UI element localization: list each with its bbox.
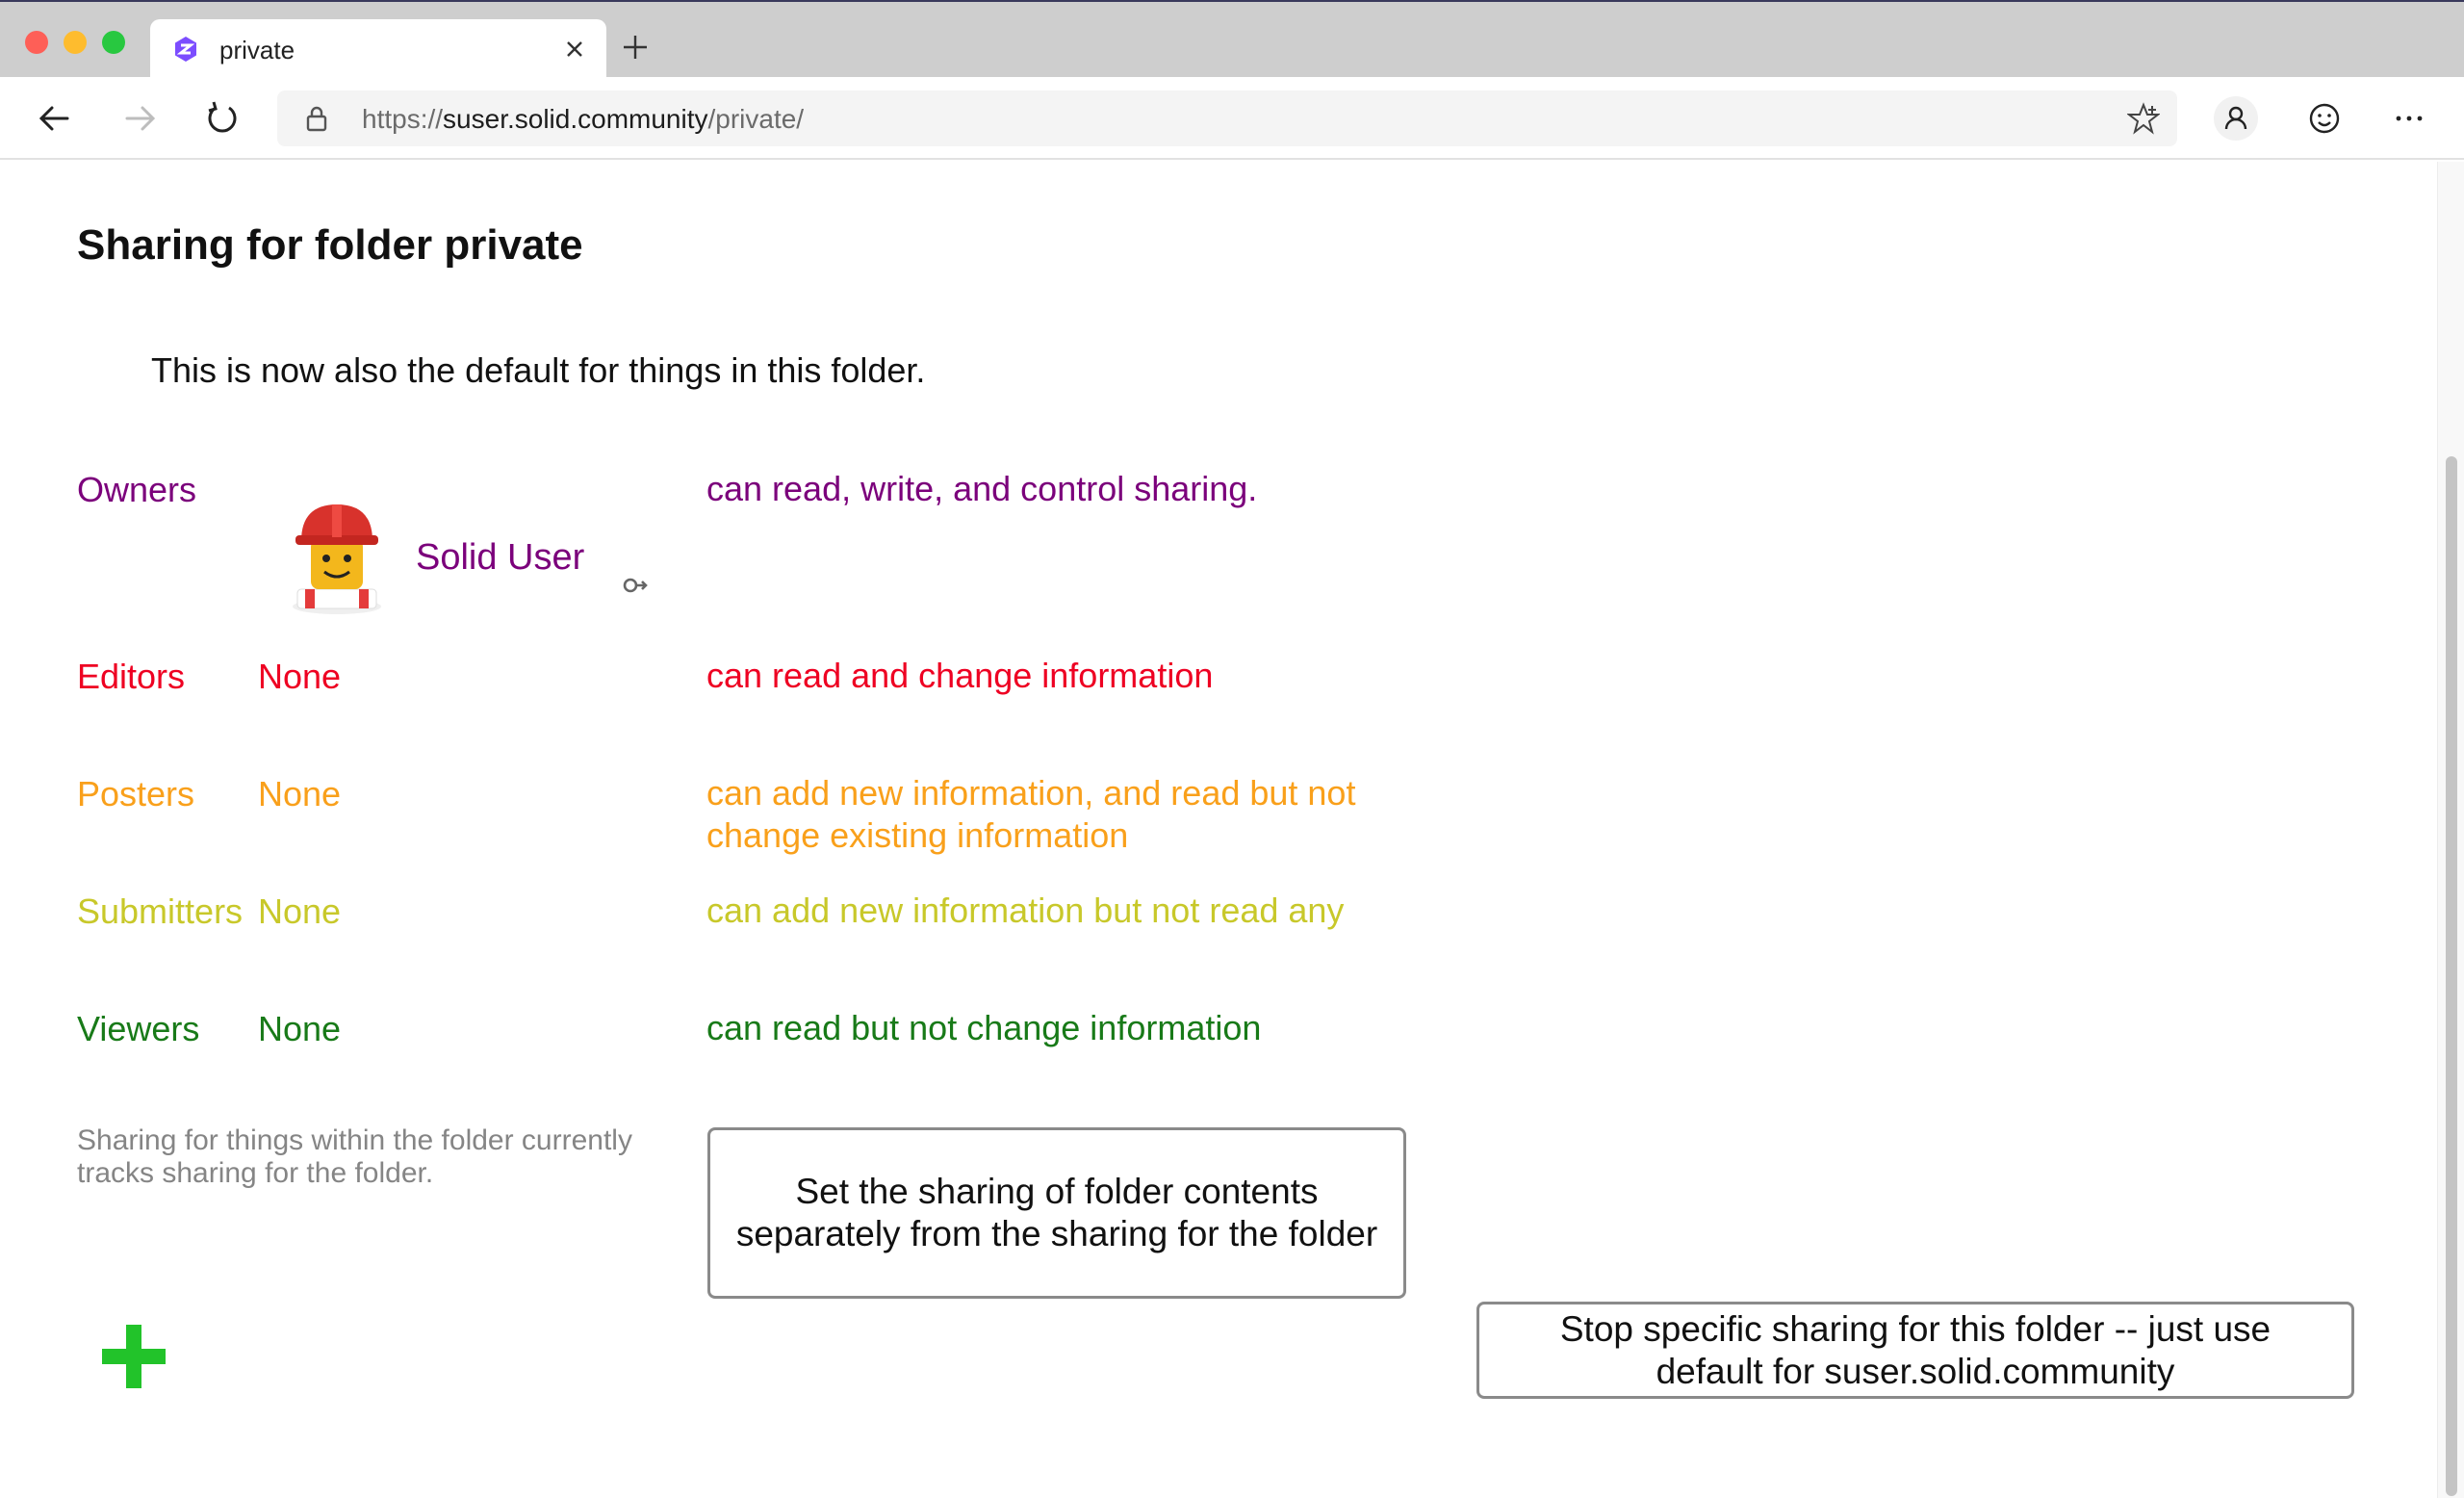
url-path: /private/ xyxy=(707,104,805,134)
owners-label: Owners xyxy=(77,470,197,509)
posters-description-line2: change existing information xyxy=(706,815,1129,855)
maximize-window-button[interactable] xyxy=(102,31,125,54)
submitters-description: can add new information but not read any xyxy=(706,891,1345,930)
submitters-agent: None xyxy=(258,891,342,931)
profile-icon[interactable] xyxy=(2214,96,2258,141)
set-contents-line2: separately from the sharing for the fold… xyxy=(735,1214,1378,1253)
vertical-scrollbar[interactable] xyxy=(2437,162,2464,1498)
new-tab-icon[interactable] xyxy=(621,33,650,62)
stop-specific-line2: default for suser.solid.community xyxy=(1656,1351,2175,1391)
default-note: This is now also the default for things … xyxy=(151,350,926,390)
browser-toolbar: https://suser.solid.community/private/ xyxy=(0,77,2464,160)
editors-agent: None xyxy=(258,657,342,696)
close-window-button[interactable] xyxy=(25,31,48,54)
posters-description: can add new information, and read but no… xyxy=(706,772,1438,857)
scrollbar-thumb[interactable] xyxy=(2446,456,2457,1496)
tab-bar: private xyxy=(0,0,2464,81)
address-bar[interactable]: https://suser.solid.community/private/ xyxy=(277,90,2177,146)
owner-agent-name[interactable]: Solid User xyxy=(416,537,584,579)
stop-specific-sharing-button[interactable]: Stop specific sharing for this folder --… xyxy=(1476,1302,2354,1399)
posters-label: Posters xyxy=(77,774,195,814)
reload-icon[interactable] xyxy=(202,98,243,139)
tab-title: private xyxy=(219,36,295,65)
page-title: Sharing for folder private xyxy=(77,221,583,269)
lock-icon xyxy=(306,106,327,132)
lego-avatar-icon xyxy=(293,504,381,614)
active-tab[interactable]: private xyxy=(150,19,606,81)
url-host: suser.solid.community xyxy=(443,104,708,134)
close-tab-icon[interactable] xyxy=(560,35,589,64)
viewers-label: Viewers xyxy=(77,1009,200,1048)
submitters-label: Submitters xyxy=(77,891,244,931)
owners-description: can read, write, and control sharing. xyxy=(706,469,1258,508)
editors-label: Editors xyxy=(77,657,186,696)
contents-sharing-note: Sharing for things within the folder cur… xyxy=(77,1124,632,1189)
minimize-window-button[interactable] xyxy=(64,31,87,54)
posters-agent: None xyxy=(258,774,342,814)
viewers-agent: None xyxy=(258,1009,342,1048)
solid-logo-icon xyxy=(175,37,196,62)
url-text[interactable]: https://suser.solid.community/private/ xyxy=(362,104,804,135)
favorite-star-icon[interactable] xyxy=(2127,102,2160,135)
feedback-smiley-icon[interactable] xyxy=(2302,96,2347,141)
add-plus-icon[interactable] xyxy=(100,1323,167,1390)
page-content: Sharing for folder private This is now a… xyxy=(0,162,2435,1498)
editors-description: can read and change information xyxy=(706,656,1214,695)
back-arrow-icon[interactable] xyxy=(35,98,75,139)
url-scheme: https:// xyxy=(362,104,444,134)
link-arrow-icon[interactable] xyxy=(622,574,649,597)
set-contents-sharing-button[interactable]: Set the sharing of folder contents separ… xyxy=(707,1127,1406,1299)
posters-description-line1: can add new information, and read but no… xyxy=(706,773,1356,813)
viewers-description: can read but not change information xyxy=(706,1008,1262,1047)
more-options-icon[interactable] xyxy=(2387,96,2431,141)
stop-specific-line1: Stop specific sharing for this folder --… xyxy=(1559,1308,2272,1349)
forward-arrow-icon[interactable] xyxy=(119,98,160,139)
set-contents-line1: Set the sharing of folder contents xyxy=(795,1172,1319,1211)
